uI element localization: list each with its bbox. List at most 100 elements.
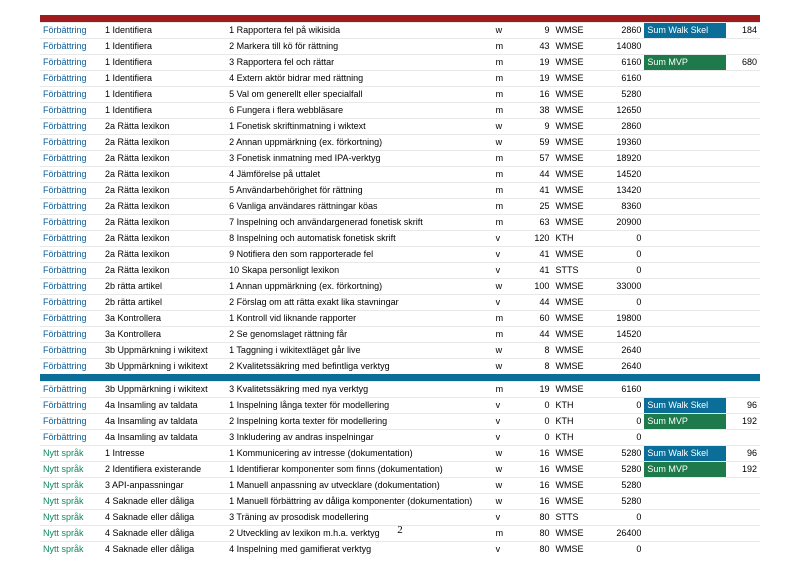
cost-cell: 5280 [595, 462, 644, 478]
table-row: Förbättring2a Rätta lexikon4 Jämförelse … [40, 167, 760, 183]
type-cell: m [493, 215, 517, 231]
summary-label-cell: Sum MVP [644, 462, 725, 478]
section-header [40, 374, 760, 382]
summary-value-cell: 184 [726, 23, 760, 39]
hours-cell: 19 [516, 382, 552, 398]
org-cell: WMSE [552, 247, 595, 263]
hours-cell: 19 [516, 55, 552, 71]
table-row: Förbättring2a Rätta lexikon10 Skapa pers… [40, 263, 760, 279]
type-cell: v [493, 247, 517, 263]
type-cell: w [493, 478, 517, 494]
org-cell: WMSE [552, 462, 595, 478]
hours-cell: 44 [516, 295, 552, 311]
sub-category-cell: 1 Intresse [102, 446, 226, 462]
sub-category-cell: 2a Rätta lexikon [102, 151, 226, 167]
org-cell: WMSE [552, 295, 595, 311]
table-row: Förbättring3b Uppmärkning i wikitext2 Kv… [40, 359, 760, 375]
cost-cell: 14080 [595, 39, 644, 55]
category-cell: Förbättring [40, 231, 102, 247]
cost-cell: 0 [595, 398, 644, 414]
cost-cell: 19360 [595, 135, 644, 151]
category-cell: Förbättring [40, 39, 102, 55]
table-row: Förbättring2a Rätta lexikon7 Inspelning … [40, 215, 760, 231]
summary-value-cell: 192 [726, 462, 760, 478]
hours-cell: 8 [516, 343, 552, 359]
sub-category-cell: 2a Rätta lexikon [102, 119, 226, 135]
sub-category-cell: 2a Rätta lexikon [102, 247, 226, 263]
org-cell: WMSE [552, 359, 595, 375]
hours-cell: 9 [516, 23, 552, 39]
org-cell: WMSE [552, 311, 595, 327]
hours-cell: 100 [516, 279, 552, 295]
description-cell: 3 Inkludering av andras inspelningar [226, 430, 492, 446]
summary-value-cell: 680 [726, 55, 760, 71]
description-cell: 2 Markera till kö för rättning [226, 39, 492, 55]
category-cell: Förbättring [40, 183, 102, 199]
summary-value-cell: 192 [726, 414, 760, 430]
description-cell: 4 Inspelning med gamifierat verktyg [226, 542, 492, 558]
sub-category-cell: 1 Identifiera [102, 71, 226, 87]
type-cell: w [493, 135, 517, 151]
org-cell: WMSE [552, 151, 595, 167]
table-row: Förbättring1 Identifiera3 Rapportera fel… [40, 55, 760, 71]
hours-cell: 41 [516, 183, 552, 199]
hours-cell: 9 [516, 119, 552, 135]
summary-label-cell: Sum Walk Skel [644, 23, 725, 39]
org-cell: KTH [552, 231, 595, 247]
hours-cell: 8 [516, 359, 552, 375]
category-cell: Förbättring [40, 430, 102, 446]
cost-cell: 13420 [595, 183, 644, 199]
type-cell: m [493, 167, 517, 183]
table-row: Förbättring2a Rätta lexikon9 Notifiera d… [40, 247, 760, 263]
type-cell: w [493, 462, 517, 478]
category-cell: Förbättring [40, 55, 102, 71]
description-cell: 6 Fungera i flera webbläsare [226, 103, 492, 119]
cost-cell: 8360 [595, 199, 644, 215]
org-cell: STTS [552, 263, 595, 279]
description-cell: 5 Val om generellt eller specialfall [226, 87, 492, 103]
table-row: Förbättring4a Insamling av taldata1 Insp… [40, 398, 760, 414]
description-cell: 3 Kvalitetssäkring med nya verktyg [226, 382, 492, 398]
description-cell: 2 Inspelning korta texter för modellerin… [226, 414, 492, 430]
table-row: Förbättring4a Insamling av taldata2 Insp… [40, 414, 760, 430]
cost-cell: 6160 [595, 55, 644, 71]
hours-cell: 16 [516, 87, 552, 103]
description-cell: 1 Kommunicering av intresse (dokumentati… [226, 446, 492, 462]
description-cell: 10 Skapa personligt lexikon [226, 263, 492, 279]
table-row: Nytt språk3 API-anpassningar1 Manuell an… [40, 478, 760, 494]
table-row: Nytt språk4 Saknade eller dåliga4 Inspel… [40, 542, 760, 558]
category-cell: Förbättring [40, 247, 102, 263]
category-cell: Nytt språk [40, 462, 102, 478]
type-cell: v [493, 398, 517, 414]
category-cell: Förbättring [40, 199, 102, 215]
sub-category-cell: 2a Rätta lexikon [102, 183, 226, 199]
description-cell: 6 Vanliga användares rättningar köas [226, 199, 492, 215]
sub-category-cell: 1 Identifiera [102, 103, 226, 119]
type-cell: w [493, 359, 517, 375]
sub-category-cell: 2b rätta artikel [102, 279, 226, 295]
sub-category-cell: 1 Identifiera [102, 23, 226, 39]
table-row: Förbättring2a Rätta lexikon2 Annan uppmä… [40, 135, 760, 151]
sub-category-cell: 3a Kontrollera [102, 311, 226, 327]
category-cell: Förbättring [40, 167, 102, 183]
page-number: 2 [0, 524, 800, 536]
table-row: Förbättring1 Identifiera1 Rapportera fel… [40, 23, 760, 39]
summary-label-cell: Sum Walk Skel [644, 398, 725, 414]
type-cell: m [493, 327, 517, 343]
hours-cell: 0 [516, 398, 552, 414]
org-cell: WMSE [552, 494, 595, 510]
category-cell: Nytt språk [40, 478, 102, 494]
org-cell: WMSE [552, 279, 595, 295]
hours-cell: 16 [516, 494, 552, 510]
description-cell: 1 Identifierar komponenter som finns (do… [226, 462, 492, 478]
type-cell: m [493, 183, 517, 199]
org-cell: KTH [552, 414, 595, 430]
table-row: Förbättring3b Uppmärkning i wikitext1 Ta… [40, 343, 760, 359]
type-cell: m [493, 87, 517, 103]
sub-category-cell: 2a Rätta lexikon [102, 263, 226, 279]
sub-category-cell: 1 Identifiera [102, 87, 226, 103]
table-row: Förbättring1 Identifiera2 Markera till k… [40, 39, 760, 55]
category-cell: Förbättring [40, 135, 102, 151]
cost-cell: 0 [595, 414, 644, 430]
type-cell: w [493, 23, 517, 39]
